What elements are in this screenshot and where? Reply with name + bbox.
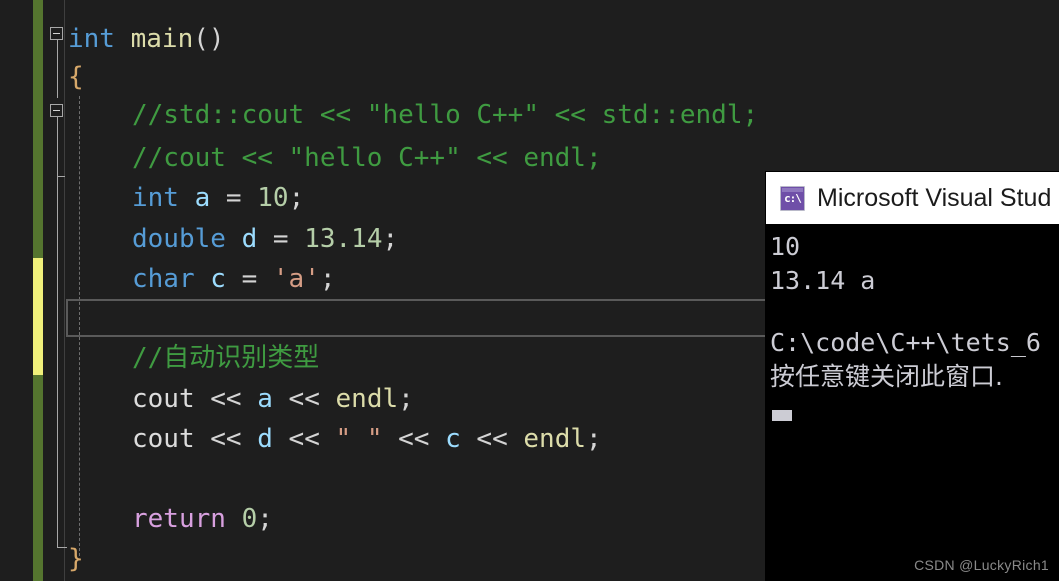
console-line: C:\code\C++\tets_6 <box>770 328 1041 357</box>
code-token: c <box>445 424 461 454</box>
code-token: //cout << "hello C++" << endl; <box>132 143 602 173</box>
code-line[interactable]: cout << a << endl; <box>132 380 414 418</box>
change-bar-unsaved <box>33 258 43 375</box>
fold-toggle-main[interactable] <box>50 27 63 40</box>
code-token: a <box>194 183 211 213</box>
code-token: int <box>132 183 179 213</box>
code-token: //std::cout << "hello C++" << std::endl; <box>132 100 759 130</box>
code-token: } <box>68 544 84 574</box>
code-token: double <box>132 224 226 254</box>
fold-toggle-block[interactable] <box>50 104 63 117</box>
code-token: endl <box>335 384 399 414</box>
code-token: = <box>225 264 273 294</box>
code-token: //自动识别类型 <box>132 343 320 373</box>
console-line: 13.14 a <box>770 266 876 295</box>
console-window-icon: c:\ <box>780 185 805 211</box>
code-token: { <box>68 62 84 92</box>
code-token: = <box>210 183 258 213</box>
code-token: cout <box>132 424 195 454</box>
code-token: ; <box>398 384 414 414</box>
code-token: ; <box>586 424 602 454</box>
code-token: c <box>210 264 226 294</box>
code-line[interactable]: } <box>68 540 84 578</box>
fold-vertical-line <box>57 117 58 547</box>
watermark: CSDN @LuckyRich1 <box>914 557 1049 573</box>
code-token: ; <box>382 224 399 254</box>
code-line[interactable]: double d = 13.14; <box>132 220 398 258</box>
console-window[interactable]: c:\ Microsoft Visual Stud 10 13.14 a C:\co… <box>766 172 1059 581</box>
code-token: << <box>382 424 446 454</box>
code-line[interactable]: return 0; <box>132 500 273 538</box>
code-token: return <box>132 504 226 534</box>
screenshot-root: int main(){//std::cout << "hello C++" <<… <box>0 0 1059 581</box>
code-line[interactable]: cout << d << " " << c << endl; <box>132 420 602 458</box>
code-token: " " <box>335 424 383 454</box>
code-token: ; <box>257 504 273 534</box>
code-token: a <box>257 384 273 414</box>
code-line[interactable]: //std::cout << "hello C++" << std::endl; <box>132 96 758 134</box>
console-icon-glyph: c:\ <box>784 191 802 205</box>
code-token: << <box>460 424 524 454</box>
code-token: << <box>272 384 336 414</box>
console-line: 按任意键关闭此窗口. <box>770 362 1003 391</box>
code-token: << <box>272 424 336 454</box>
code-token: int <box>68 24 115 54</box>
code-token: main <box>130 24 194 54</box>
code-token: = <box>257 224 305 254</box>
code-line[interactable]: //cout << "hello C++" << endl; <box>132 139 602 177</box>
code-token: << <box>194 384 258 414</box>
code-line[interactable]: int a = 10; <box>132 179 304 217</box>
code-line[interactable]: { <box>68 58 84 96</box>
code-token: ; <box>319 264 336 294</box>
code-line[interactable]: char c = 'a'; <box>132 260 336 298</box>
code-token: cout <box>132 384 195 414</box>
code-line[interactable]: int main() <box>68 20 225 58</box>
console-output[interactable]: 10 13.14 a C:\code\C++\tets_6 按任意键关闭此窗口. <box>766 224 1059 581</box>
margin-divider <box>64 0 65 581</box>
code-token: 13.14 <box>304 224 383 254</box>
fold-region-end-tick <box>57 547 67 548</box>
console-line: 10 <box>770 232 801 261</box>
code-token: 10 <box>257 183 289 213</box>
code-token: () <box>193 24 225 54</box>
code-token: endl <box>523 424 587 454</box>
code-token: char <box>132 264 195 294</box>
code-token: 'a' <box>272 264 320 294</box>
code-token: d <box>257 424 273 454</box>
code-line[interactable]: //自动识别类型 <box>132 339 319 377</box>
console-title-bar[interactable]: c:\ Microsoft Visual Stud <box>766 172 1059 224</box>
fold-region-tick <box>57 176 65 177</box>
code-token: 0 <box>241 504 258 534</box>
fold-vertical-line <box>57 40 58 98</box>
code-token: d <box>241 224 258 254</box>
code-token: ; <box>288 183 305 213</box>
console-title-text: Microsoft Visual Stud <box>817 183 1052 212</box>
console-cursor <box>772 410 792 421</box>
code-token: << <box>194 424 258 454</box>
